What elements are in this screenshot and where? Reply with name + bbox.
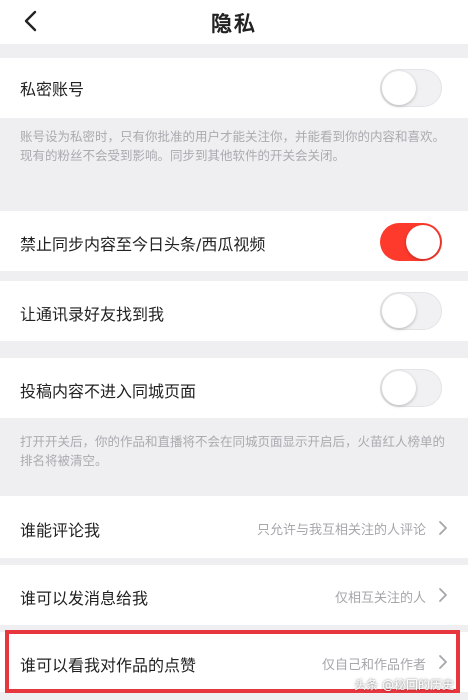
local-page-toggle[interactable] xyxy=(380,369,442,407)
nav-bar: 隐私 xyxy=(0,0,468,44)
message-setting-label: 谁可以发消息给我 xyxy=(20,589,149,608)
private-account-description: 账号设为私密时，只有你批准的用户才能关注你，并能看到你的内容和喜欢。现有的粉丝不… xyxy=(20,129,446,163)
local-page-row[interactable]: 投稿内容不进入同城页面 xyxy=(0,358,468,418)
contacts-row[interactable]: 让通讯录好友找到我 xyxy=(0,281,468,341)
private-account-toggle[interactable] xyxy=(380,69,442,107)
toggle-knob xyxy=(406,225,440,259)
comment-setting-value: 只允许与我互相关注的人评论 xyxy=(256,523,426,538)
message-setting-row[interactable]: 谁可以发消息给我 仅相互关注的人 xyxy=(0,565,468,625)
private-account-label: 私密账号 xyxy=(20,80,85,99)
page-title: 隐私 xyxy=(211,12,257,36)
local-page-label: 投稿内容不进入同城页面 xyxy=(20,382,197,401)
toggle-knob xyxy=(382,294,416,328)
toggle-knob xyxy=(382,71,416,105)
chevron-right-icon xyxy=(439,588,447,602)
contacts-label: 让通讯录好友找到我 xyxy=(20,305,165,324)
local-page-description: 打开开关后，你的作品和直播将不会在同城页面显示开启后，火苗红人榜单的排名将被清空… xyxy=(20,434,446,468)
sync-block-row[interactable]: 禁止同步内容至今日头条/西瓜视频 xyxy=(0,211,468,271)
chevron-right-icon xyxy=(439,521,447,535)
private-account-row[interactable]: 私密账号 xyxy=(0,58,468,118)
comment-setting-row[interactable]: 谁能评论我 只允许与我互相关注的人评论 xyxy=(0,496,468,558)
sync-block-label: 禁止同步内容至今日头条/西瓜视频 xyxy=(20,235,266,254)
watermark: 头条 @秘回的历史 xyxy=(354,678,454,692)
toggle-knob xyxy=(382,371,416,405)
contacts-toggle[interactable] xyxy=(380,292,442,330)
message-setting-value: 仅相互关注的人 xyxy=(334,591,426,606)
comment-setting-label: 谁能评论我 xyxy=(20,521,101,540)
sync-block-toggle[interactable] xyxy=(380,223,442,261)
